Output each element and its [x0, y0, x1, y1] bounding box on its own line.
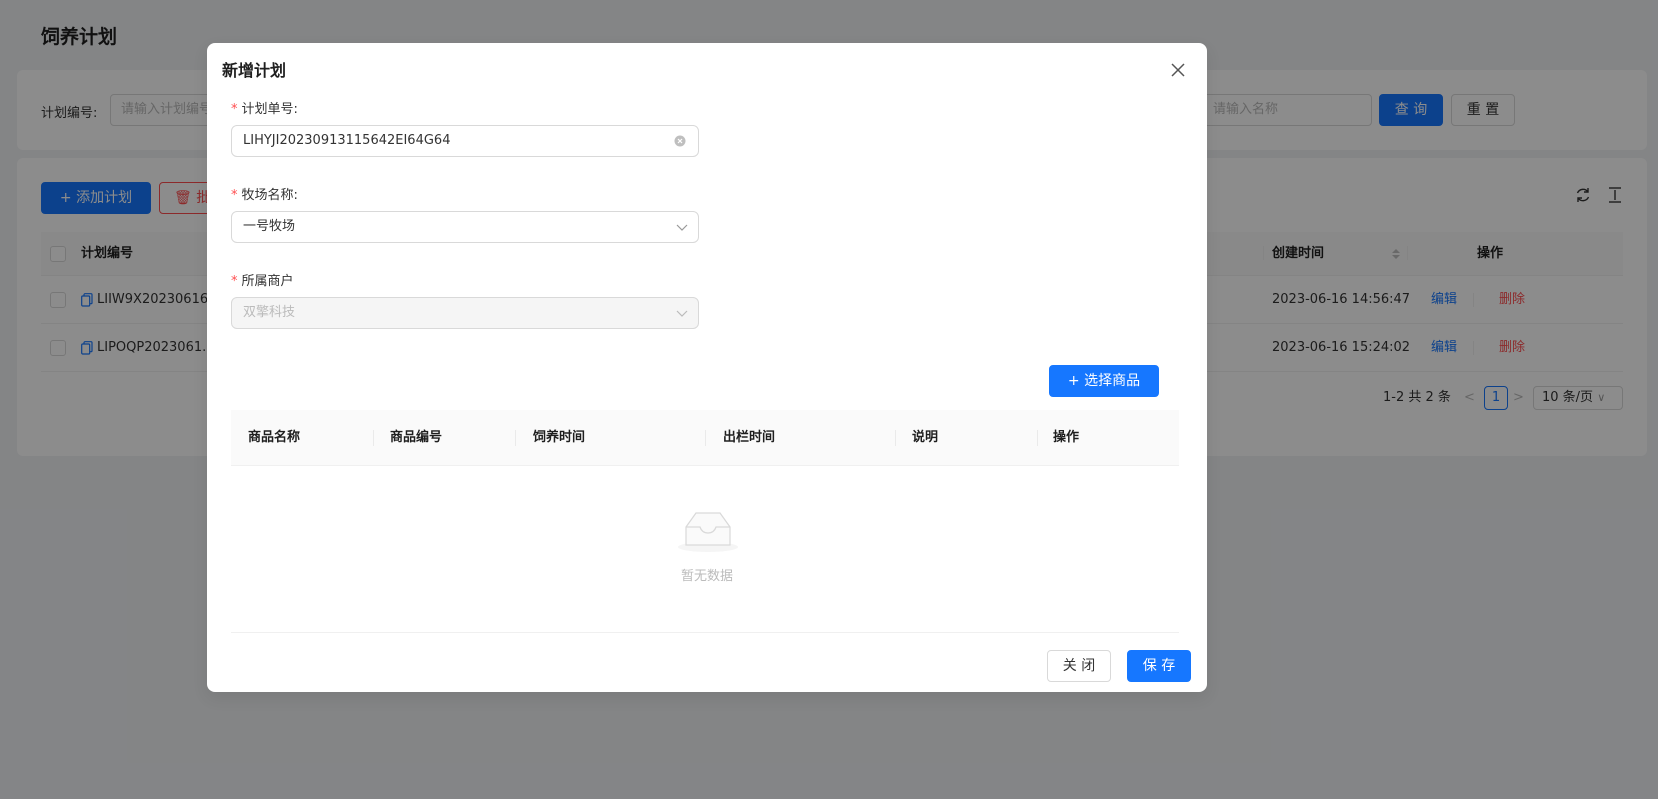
- merchant-label: * 所属商户: [231, 270, 294, 289]
- merchant-select: 双擎科技: [231, 297, 699, 329]
- merchant-label-text: 所属商户: [241, 274, 294, 289]
- select-goods-label: 选择商品: [1084, 373, 1141, 389]
- th-goods-no: 商品编号: [390, 430, 443, 445]
- plan-no-value: LIHYJI20230913115642EI64G64: [243, 133, 451, 148]
- column-separator: [1037, 430, 1038, 446]
- th-goods-name: 商品名称: [248, 430, 301, 445]
- column-separator: [705, 430, 706, 446]
- empty-inbox-icon: [678, 512, 738, 552]
- required-mark: *: [231, 188, 238, 203]
- th-goods-actions: 操作: [1053, 430, 1080, 445]
- add-plan-modal: 新增计划 * 计划单号: LIHYJI20230913115642EI64G64 …: [207, 43, 1207, 692]
- farm-value: 一号牧场: [243, 219, 296, 234]
- chevron-down-icon: [676, 224, 688, 231]
- close-icon[interactable]: [1169, 61, 1187, 79]
- merchant-value: 双擎科技: [243, 305, 296, 320]
- column-separator: [373, 430, 374, 446]
- modal-title: 新增计划: [222, 61, 287, 80]
- farm-label: * 牧场名称:: [231, 184, 298, 203]
- close-button[interactable]: 关 闭: [1047, 650, 1111, 682]
- th-out-time: 出栏时间: [723, 430, 776, 445]
- clear-icon[interactable]: [674, 135, 686, 147]
- empty-text: 暂无数据: [680, 569, 733, 584]
- goods-table-bottom-divider: [231, 632, 1179, 633]
- save-button[interactable]: 保 存: [1127, 650, 1191, 682]
- chevron-down-icon: [676, 310, 688, 317]
- goods-table-header: 商品名称 商品编号 饲养时间 出栏时间 说明 操作: [231, 410, 1179, 466]
- column-separator: [895, 430, 896, 446]
- plan-no-label: * 计划单号:: [231, 98, 298, 117]
- select-goods-button[interactable]: + 选择商品: [1049, 365, 1159, 397]
- th-description: 说明: [912, 430, 939, 445]
- plan-no-input[interactable]: LIHYJI20230913115642EI64G64: [231, 125, 699, 157]
- th-feeding-time: 饲养时间: [533, 430, 586, 445]
- plan-no-label-text: 计划单号:: [241, 102, 298, 117]
- farm-label-text: 牧场名称:: [241, 188, 298, 203]
- farm-select[interactable]: 一号牧场: [231, 211, 699, 243]
- column-separator: [515, 430, 516, 446]
- plus-icon: +: [1067, 373, 1085, 389]
- required-mark: *: [231, 274, 238, 289]
- required-mark: *: [231, 102, 238, 117]
